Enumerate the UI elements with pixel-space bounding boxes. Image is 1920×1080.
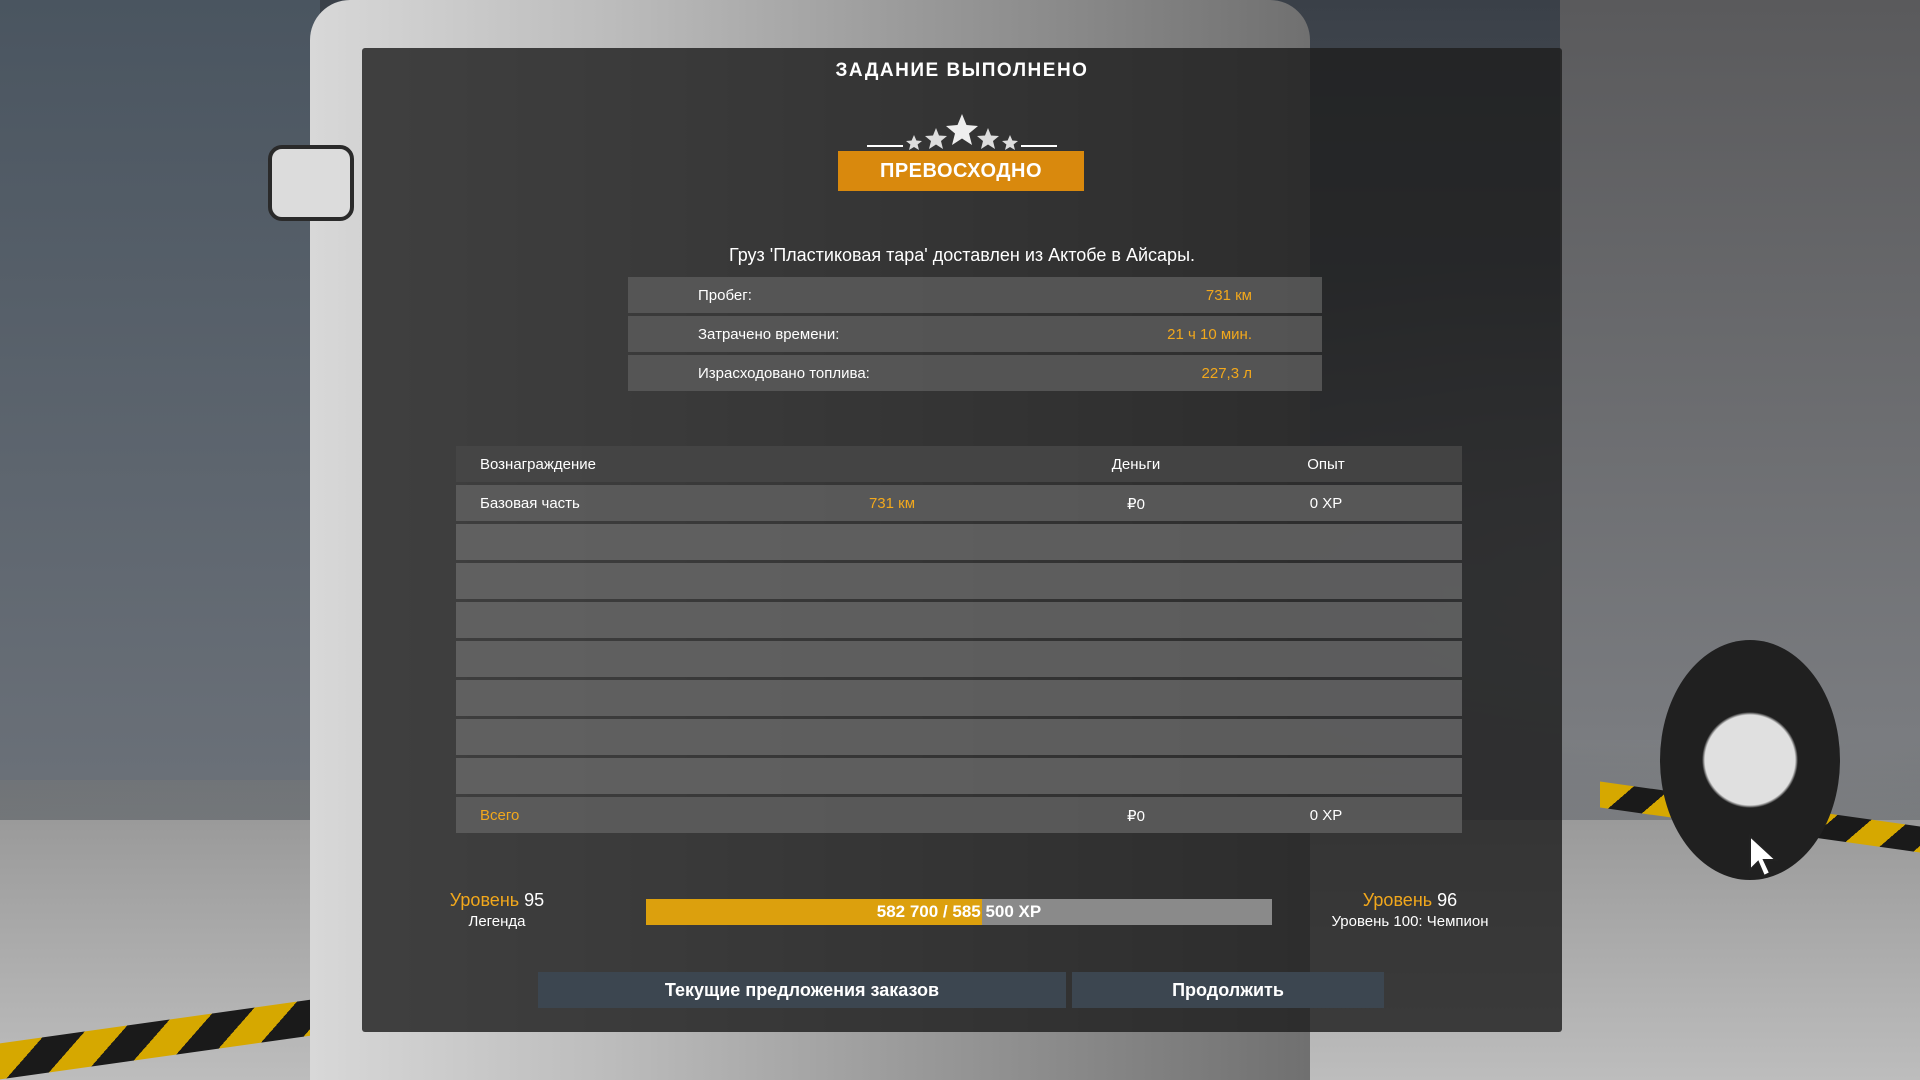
rewards-total-row: Всего ₽0 0 XP <box>456 797 1462 833</box>
table-row-empty <box>456 563 1462 599</box>
reward-xp: 0 XP <box>1309 495 1343 512</box>
trip-stats: Пробег: 731 км Затрачено времени: 21 ч 1… <box>628 277 1322 394</box>
mouse-cursor-icon <box>1749 834 1779 878</box>
stat-label: Пробег: <box>698 286 752 304</box>
header-xp: Опыт <box>1307 456 1345 473</box>
stat-row-fuel: Израсходовано топлива: 227,3 л <box>628 355 1322 391</box>
current-level-word: Уровень <box>449 890 520 910</box>
header-money: Деньги <box>1111 456 1161 473</box>
stat-value: 21 ч 10 мин. <box>1167 325 1252 343</box>
stat-row-distance: Пробег: 731 км <box>628 277 1322 313</box>
rewards-table: Вознаграждение Деньги Опыт Базовая часть… <box>456 446 1462 836</box>
table-row: Базовая часть 731 км ₽0 0 XP <box>456 485 1462 521</box>
star-icon <box>925 128 947 149</box>
table-row-empty <box>456 524 1462 560</box>
stat-label: Затрачено времени: <box>698 325 840 343</box>
star-icon <box>946 114 978 145</box>
total-money: ₽0 <box>1127 808 1145 825</box>
garage-wall-right <box>1560 0 1920 740</box>
delivery-summary: Груз 'Пластиковая тара' доставлен из Акт… <box>728 245 1196 265</box>
next-level: Уровень 96 Уровень 100: Чемпион <box>1300 890 1520 930</box>
stat-label: Израсходовано топлива: <box>698 364 870 382</box>
total-xp: 0 XP <box>1309 807 1343 824</box>
current-level-number: 95 <box>524 890 545 910</box>
reward-detail: 731 км <box>868 495 916 512</box>
header-reward: Вознаграждение <box>480 456 596 473</box>
continue-button[interactable]: Продолжить <box>1072 972 1384 1008</box>
table-row-empty <box>456 641 1462 677</box>
stat-value: 227,3 л <box>1201 364 1252 382</box>
table-row-empty <box>456 680 1462 716</box>
job-completed-dialog: ЗАДАНИЕ ВЫПОЛНЕНО ПРЕВОСХОДНО Груз 'Плас… <box>362 48 1779 1032</box>
current-level: Уровень 95 Легенда <box>422 890 572 930</box>
garage-wall-left <box>0 0 320 780</box>
next-level-title: Уровень 100: Чемпион <box>1331 913 1489 930</box>
star-icon <box>906 135 922 150</box>
table-row-empty <box>456 602 1462 638</box>
next-level-number: 96 <box>1437 890 1458 910</box>
star-rating-icon <box>867 114 1057 150</box>
table-row-empty <box>456 758 1462 794</box>
star-icon <box>977 128 999 149</box>
reward-name: Базовая часть <box>480 495 580 512</box>
truck-mirror <box>268 145 354 221</box>
rewards-header-row: Вознаграждение Деньги Опыт <box>456 446 1462 482</box>
star-icon <box>1002 135 1018 150</box>
job-offers-button[interactable]: Текущие предложения заказов <box>538 972 1066 1008</box>
reward-money: ₽0 <box>1127 496 1145 513</box>
xp-progress-bar: 582 700 / 585 500 XP <box>646 899 1272 925</box>
next-level-word: Уровень <box>1362 890 1433 910</box>
dialog-title: ЗАДАНИЕ ВЫПОЛНЕНО <box>835 60 1089 81</box>
total-label: Всего <box>480 807 520 824</box>
stat-value: 731 км <box>1205 286 1252 304</box>
stat-row-time: Затрачено времени: 21 ч 10 мин. <box>628 316 1322 352</box>
grade-badge: ПРЕВОСХОДНО <box>838 151 1084 191</box>
current-level-title: Легенда <box>468 913 526 930</box>
table-row-empty <box>456 719 1462 755</box>
xp-progress-text: 582 700 / 585 500 XP <box>876 902 1042 921</box>
